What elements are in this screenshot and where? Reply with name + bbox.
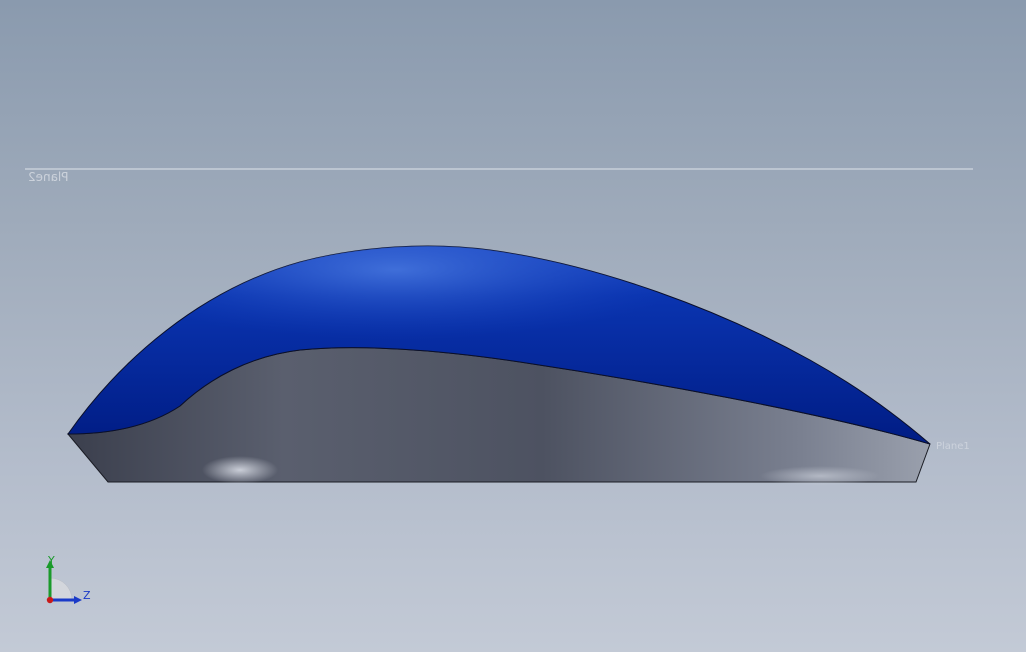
side-highlight-left bbox=[202, 456, 278, 484]
z-axis-label: Z bbox=[83, 589, 91, 602]
side-highlight-right bbox=[760, 466, 880, 486]
reference-triad[interactable]: Y Z bbox=[36, 552, 100, 612]
plane-label-left: Plane2 bbox=[28, 170, 69, 184]
triad-quadrant bbox=[49, 577, 73, 601]
plane-label-right: Plane1 bbox=[936, 441, 970, 452]
z-axis-head bbox=[74, 596, 82, 604]
y-axis-label: Y bbox=[47, 554, 55, 567]
x-axis-dot bbox=[46, 596, 54, 604]
graphics-viewport[interactable]: Plane2 Plane1 Y Z bbox=[0, 0, 1026, 652]
model-scene[interactable] bbox=[0, 0, 1026, 652]
